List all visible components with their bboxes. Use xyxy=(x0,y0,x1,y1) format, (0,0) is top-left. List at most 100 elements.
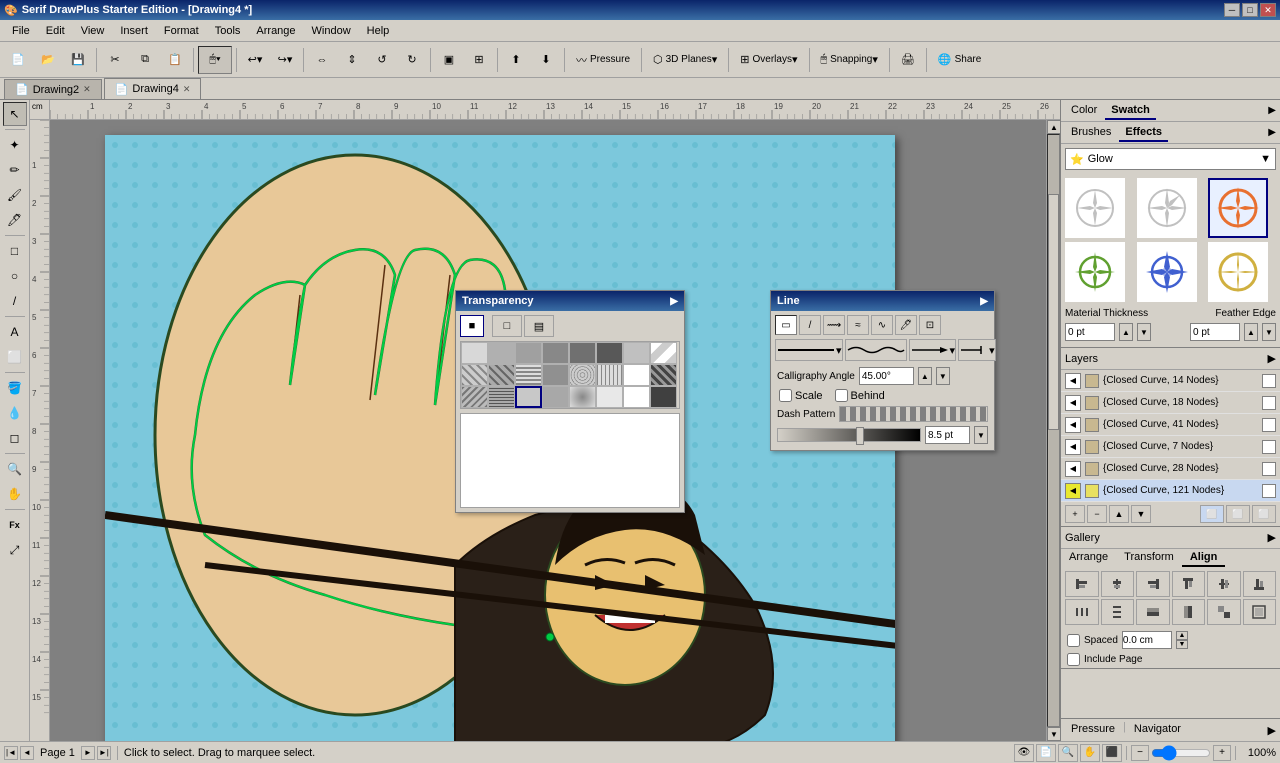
menu-file[interactable]: File xyxy=(4,23,38,39)
align-bottom-btn[interactable] xyxy=(1243,571,1277,597)
menu-edit[interactable]: Edit xyxy=(38,23,73,39)
trans-swatch-21[interactable] xyxy=(596,386,623,408)
align-top-btn[interactable] xyxy=(1172,571,1206,597)
trans-swatch-20[interactable] xyxy=(569,386,596,408)
spaced-checkbox[interactable] xyxy=(1067,634,1080,647)
eraser-tool[interactable]: ◻ xyxy=(3,426,27,450)
feather-down[interactable]: ▼ xyxy=(1262,323,1276,341)
thickness-down-arrow[interactable]: ▼ xyxy=(974,426,988,444)
share-button[interactable]: 🌐 Share xyxy=(931,46,988,74)
redo-button[interactable]: ↪▾ xyxy=(271,46,299,74)
feather-up[interactable]: ▲ xyxy=(1244,323,1258,341)
effect-item-2[interactable] xyxy=(1208,178,1268,238)
close-button[interactable]: ✕ xyxy=(1260,3,1276,17)
flip-v-button[interactable]: ⇕ xyxy=(338,46,366,74)
new-button[interactable]: 📄 xyxy=(4,46,32,74)
line-btn-1[interactable]: ▭ xyxy=(775,315,797,335)
page-first-btn[interactable]: |◄ xyxy=(4,746,18,760)
bring-front-button[interactable]: ⬆ xyxy=(502,46,530,74)
layer-2-vis[interactable]: ◀ xyxy=(1065,417,1081,433)
menu-window[interactable]: Window xyxy=(304,23,359,39)
gallery-expand[interactable]: ▶ xyxy=(1268,531,1276,544)
trans-swatch-12[interactable] xyxy=(569,364,596,386)
trans-swatch-23[interactable] xyxy=(650,386,677,408)
align-middle-btn[interactable] xyxy=(1207,571,1241,597)
status-icon-1[interactable]: 👁 xyxy=(1014,744,1034,762)
same-size-btn[interactable] xyxy=(1207,599,1241,625)
line-btn-5[interactable]: ∿ xyxy=(871,315,893,335)
zoom-tool[interactable]: 🔍 xyxy=(3,457,27,481)
behind-checkbox[interactable] xyxy=(835,389,848,402)
spaced-value-input[interactable] xyxy=(1122,631,1172,649)
swatch-tab[interactable]: Swatch xyxy=(1105,102,1156,120)
distribute-h-btn[interactable] xyxy=(1065,599,1099,625)
layer-4-vis[interactable]: ◀ xyxy=(1065,461,1081,477)
tab-drawing4-close[interactable]: ✕ xyxy=(183,84,191,95)
same-height-btn[interactable] xyxy=(1172,599,1206,625)
layer-3-checkbox[interactable] xyxy=(1262,440,1276,454)
layer-0-checkbox[interactable] xyxy=(1262,374,1276,388)
layer-item-0[interactable]: ◀ {Closed Curve, 14 Nodes} xyxy=(1061,370,1280,392)
vscroll-down[interactable]: ▼ xyxy=(1047,727,1060,741)
line-panel-close[interactable]: ▶ xyxy=(980,296,988,307)
line-tool[interactable]: / xyxy=(3,289,27,313)
copy-button[interactable]: ⧉ xyxy=(131,46,159,74)
thickness-up[interactable]: ▲ xyxy=(1119,323,1133,341)
trans-swatch-19[interactable] xyxy=(542,386,569,408)
group-button[interactable]: ▣ xyxy=(435,46,463,74)
effect-item-1[interactable] xyxy=(1137,178,1197,238)
line-btn-2[interactable]: / xyxy=(799,315,821,335)
trans-swatch-13[interactable] xyxy=(596,364,623,386)
material-thickness-input[interactable] xyxy=(1065,323,1115,341)
line-btn-6[interactable]: 🖊 xyxy=(895,315,917,335)
layer-5-vis[interactable]: ◀ xyxy=(1065,483,1081,499)
dash-pattern-control[interactable] xyxy=(839,406,988,422)
fx-tool[interactable]: Fx xyxy=(3,513,27,537)
pointer-button[interactable]: 🖱▾ xyxy=(198,46,232,74)
effect-item-4[interactable] xyxy=(1137,242,1197,302)
vscroll-up[interactable]: ▲ xyxy=(1047,120,1060,134)
page-next-btn[interactable]: ► xyxy=(81,746,95,760)
zoom-in-btn[interactable]: + xyxy=(1213,745,1231,761)
line-btn-4[interactable]: ≈ xyxy=(847,315,869,335)
calligraphy-angle-input[interactable] xyxy=(859,367,914,385)
add-layer-btn[interactable]: + xyxy=(1065,505,1085,523)
vertical-scrollbar[interactable]: ▲ ▼ xyxy=(1046,120,1060,741)
spaced-down-arrow[interactable]: ▼ xyxy=(1176,640,1188,649)
effect-item-0[interactable] xyxy=(1065,178,1125,238)
trans-swatch-8[interactable] xyxy=(461,364,488,386)
menu-format[interactable]: Format xyxy=(156,23,207,39)
rotate-cw-button[interactable]: ↻ xyxy=(398,46,426,74)
trans-swatch-22[interactable] xyxy=(623,386,650,408)
pressure-panel-tab[interactable]: Pressure xyxy=(1065,721,1121,739)
layer-1-checkbox[interactable] xyxy=(1262,396,1276,410)
rotate-ccw-button[interactable]: ↺ xyxy=(368,46,396,74)
canvas-viewport[interactable]: Transparency ▶ ■ □ ▤ xyxy=(50,120,1046,741)
trans-swatch-6[interactable] xyxy=(623,342,650,364)
layer-3-vis[interactable]: ◀ xyxy=(1065,439,1081,455)
effects-panel-expand[interactable]: ▶ xyxy=(1268,127,1276,138)
status-icon-2[interactable]: 📄 xyxy=(1036,744,1056,762)
thickness-down[interactable]: ▼ xyxy=(1137,323,1151,341)
ungroup-button[interactable]: ⊞ xyxy=(465,46,493,74)
menu-tools[interactable]: Tools xyxy=(207,23,249,39)
effects-tab[interactable]: Effects xyxy=(1119,124,1168,142)
delete-layer-btn[interactable]: − xyxy=(1087,505,1107,523)
freehand-tool[interactable]: ✏ xyxy=(3,158,27,182)
include-page-checkbox[interactable] xyxy=(1067,653,1080,666)
layer-view-btn-2[interactable]: ⬜ xyxy=(1226,505,1250,523)
trans-swatch-9[interactable] xyxy=(488,364,515,386)
status-icon-3[interactable]: 🔍 xyxy=(1058,744,1078,762)
trans-swatch-7[interactable] xyxy=(650,342,677,364)
vscroll-track[interactable] xyxy=(1047,134,1060,727)
tab-drawing4[interactable]: 📄 Drawing4 ✕ xyxy=(104,78,202,99)
trans-swatch-1[interactable] xyxy=(488,342,515,364)
save-button[interactable]: 💾 xyxy=(64,46,92,74)
menu-help[interactable]: Help xyxy=(359,23,398,39)
align-right-btn[interactable] xyxy=(1136,571,1170,597)
layer-item-4[interactable]: ◀ {Closed Curve, 28 Nodes} xyxy=(1061,458,1280,480)
layer-item-3[interactable]: ◀ {Closed Curve, 7 Nodes} xyxy=(1061,436,1280,458)
line-btn-7[interactable]: ⊡ xyxy=(919,315,941,335)
trans-swatch-4[interactable] xyxy=(569,342,596,364)
calligraphy-down-arrow[interactable]: ▼ xyxy=(936,367,950,385)
